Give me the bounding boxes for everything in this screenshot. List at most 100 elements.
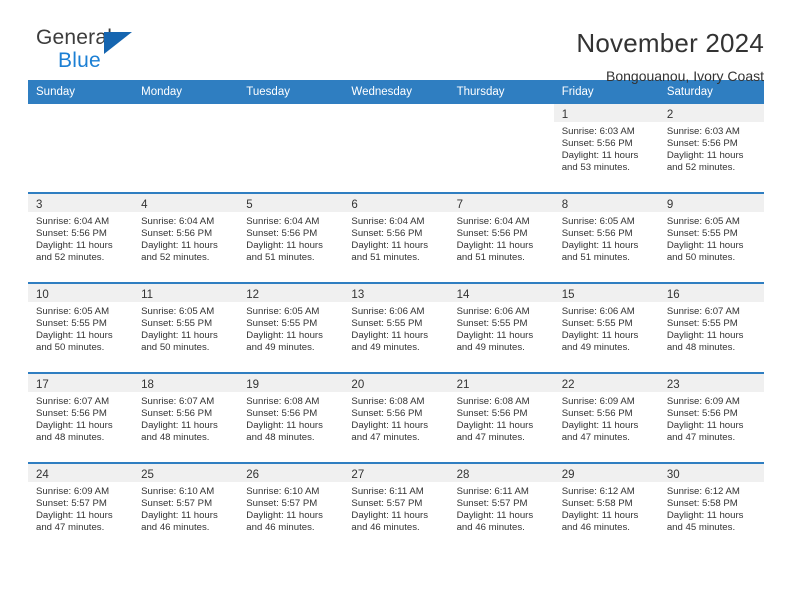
weekday-header-wednesday: Wednesday xyxy=(343,80,449,104)
calendar-day-cell[interactable]: 16 Sunrise: 6:07 AM Sunset: 5:55 PM Dayligh… xyxy=(658,282,764,373)
calendar-day-cell[interactable]: 18 Sunrise: 6:07 AM Sunset: 5:56 PM Dayligh… xyxy=(133,372,239,463)
calendar-day-cell[interactable]: 25 Sunrise: 6:10 AM Sunset: 5:57 PM Dayligh… xyxy=(133,462,239,552)
day-cell-inner: 3 Sunrise: 6:04 AM Sunset: 5:56 PM Daylight… xyxy=(28,194,134,282)
day-cell-inner: 23 Sunrise: 6:09 AM Sunset: 5:56 PM Dayligh… xyxy=(658,374,764,462)
day-detail-line: Sunrise: 6:08 AM xyxy=(456,396,530,407)
day-cell-inner xyxy=(238,104,343,192)
day-detail-line: Sunset: 5:56 PM xyxy=(561,138,633,150)
day-detail-line: Sunset: 5:56 PM xyxy=(246,408,318,420)
day-cell-inner: 11 Sunrise: 6:05 AM Sunset: 5:55 PM Dayligh… xyxy=(133,284,239,372)
day-detail-line: Sunset: 5:58 PM xyxy=(666,498,738,510)
day-number: 7 xyxy=(456,199,463,211)
calendar-day-cell[interactable]: 7 Sunrise: 6:04 AM Sunset: 5:56 PM Daylight… xyxy=(448,192,554,283)
day-number: 26 xyxy=(246,469,260,481)
day-detail-line: Sunset: 5:56 PM xyxy=(36,408,107,420)
calendar-day-cell[interactable]: 11 Sunrise: 6:05 AM Sunset: 5:55 PM Dayligh… xyxy=(133,282,239,373)
day-detail-line: Sunset: 5:55 PM xyxy=(141,318,213,330)
day-detail-line: Daylight: 11 hours xyxy=(246,510,323,522)
calendar-day-cell[interactable]: 15 Sunrise: 6:06 AM Sunset: 5:55 PM Dayligh… xyxy=(553,282,659,373)
calendar-day-cell[interactable]: 24 Sunrise: 6:09 AM Sunset: 5:57 PM Dayligh… xyxy=(28,462,134,552)
calendar-day-cell[interactable]: 12 Sunrise: 6:05 AM Sunset: 5:55 PM Dayligh… xyxy=(238,282,344,373)
day-detail-line: Sunset: 5:56 PM xyxy=(456,228,528,240)
day-detail-line: Daylight: 11 hours xyxy=(561,330,639,342)
calendar-day-cell[interactable]: 30 Sunrise: 6:12 AM Sunset: 5:58 PM Dayligh… xyxy=(658,462,764,552)
day-detail-line: Daylight: 11 hours xyxy=(36,510,113,522)
day-cell-inner: 12 Sunrise: 6:05 AM Sunset: 5:55 PM Dayligh… xyxy=(238,284,344,372)
day-detail-line: and 53 minutes. xyxy=(561,162,630,174)
day-detail-line: Sunrise: 6:09 AM xyxy=(36,486,110,497)
day-cell-inner: 25 Sunrise: 6:10 AM Sunset: 5:57 PM Dayligh… xyxy=(133,464,239,552)
day-details: Sunrise: 6:09 AM Sunset: 5:56 PM Daylight:… xyxy=(554,392,659,444)
day-cell-inner: 21 Sunrise: 6:08 AM Sunset: 5:56 PM Dayligh… xyxy=(448,374,554,462)
day-cell-inner xyxy=(449,104,554,192)
day-detail-line: Daylight: 11 hours xyxy=(666,150,744,162)
calendar-day-cell[interactable]: 29 Sunrise: 6:12 AM Sunset: 5:58 PM Dayligh… xyxy=(553,462,659,552)
day-detail-line: and 48 minutes. xyxy=(666,342,736,354)
day-number: 23 xyxy=(666,379,680,391)
day-cell-inner: 22 Sunrise: 6:09 AM Sunset: 5:56 PM Dayligh… xyxy=(553,374,659,462)
calendar-day-cell[interactable]: 4 Sunrise: 6:04 AM Sunset: 5:56 PM Daylight… xyxy=(133,192,239,283)
day-cell-inner: 15 Sunrise: 6:06 AM Sunset: 5:55 PM Dayligh… xyxy=(553,284,659,372)
day-details: Sunrise: 6:08 AM Sunset: 5:56 PM Daylight:… xyxy=(449,392,554,444)
title-block: November 2024 Bongouanou, Ivory Coast xyxy=(576,26,764,85)
calendar-day-cell[interactable]: 19 Sunrise: 6:08 AM Sunset: 5:56 PM Dayligh… xyxy=(238,372,344,463)
day-detail-line: Daylight: 11 hours xyxy=(666,330,744,342)
day-details: Sunrise: 6:11 AM Sunset: 5:57 PM Daylight:… xyxy=(449,482,554,534)
day-cell-inner: 2 Sunrise: 6:03 AM Sunset: 5:56 PM Daylight… xyxy=(658,104,764,192)
calendar-day-cell[interactable]: 20 Sunrise: 6:08 AM Sunset: 5:56 PM Dayligh… xyxy=(343,372,449,463)
day-detail-line: and 52 minutes. xyxy=(141,252,210,264)
day-detail-line: Sunrise: 6:04 AM xyxy=(36,216,110,227)
day-detail-line: Daylight: 11 hours xyxy=(456,420,534,432)
calendar-day-cell[interactable]: 21 Sunrise: 6:08 AM Sunset: 5:56 PM Dayligh… xyxy=(448,372,554,463)
page-header: General Blue November 2024 Bongouanou, I… xyxy=(28,0,764,84)
calendar-week-row: 10 Sunrise: 6:05 AM Sunset: 5:55 PM Dayligh… xyxy=(28,282,764,373)
day-details: Sunrise: 6:11 AM Sunset: 5:57 PM Daylight:… xyxy=(343,482,448,534)
day-number-band xyxy=(343,104,448,122)
calendar-day-cell[interactable]: 5 Sunrise: 6:04 AM Sunset: 5:56 PM Daylight… xyxy=(238,192,344,283)
calendar-day-cell[interactable]: 14 Sunrise: 6:06 AM Sunset: 5:55 PM Dayligh… xyxy=(448,282,554,373)
day-detail-line: Daylight: 11 hours xyxy=(351,330,429,342)
day-details: Sunrise: 6:05 AM Sunset: 5:55 PM Daylight:… xyxy=(238,302,343,354)
calendar-day-cell[interactable]: 9 Sunrise: 6:05 AM Sunset: 5:55 PM Daylight… xyxy=(658,192,764,283)
day-detail-line: Daylight: 11 hours xyxy=(36,330,113,342)
day-detail-line: Sunrise: 6:06 AM xyxy=(561,306,635,317)
day-detail-line: Sunrise: 6:07 AM xyxy=(666,306,740,317)
day-cell-inner: 8 Sunrise: 6:05 AM Sunset: 5:56 PM Daylight… xyxy=(553,194,659,282)
day-detail-line: and 46 minutes. xyxy=(456,522,525,534)
calendar-day-cell[interactable]: 23 Sunrise: 6:09 AM Sunset: 5:56 PM Dayligh… xyxy=(658,372,764,463)
day-number-band: 17 xyxy=(28,374,134,392)
day-number: 21 xyxy=(456,379,470,391)
calendar-day-cell[interactable]: 2 Sunrise: 6:03 AM Sunset: 5:56 PM Daylight… xyxy=(658,104,764,193)
day-details: Sunrise: 6:09 AM Sunset: 5:56 PM Daylight:… xyxy=(659,392,764,444)
day-details: Sunrise: 6:09 AM Sunset: 5:57 PM Daylight:… xyxy=(28,482,133,534)
day-details: Sunrise: 6:06 AM Sunset: 5:55 PM Daylight:… xyxy=(449,302,554,354)
day-detail-line: Daylight: 11 hours xyxy=(561,420,639,432)
calendar-day-cell[interactable]: 3 Sunrise: 6:04 AM Sunset: 5:56 PM Daylight… xyxy=(28,192,134,283)
day-cell-inner: 6 Sunrise: 6:04 AM Sunset: 5:56 PM Daylight… xyxy=(343,194,449,282)
day-number: 3 xyxy=(36,199,43,211)
day-detail-line: Sunset: 5:57 PM xyxy=(141,498,213,510)
day-detail-line: and 48 minutes. xyxy=(141,432,210,444)
calendar-day-cell[interactable]: 10 Sunrise: 6:05 AM Sunset: 5:55 PM Dayligh… xyxy=(28,282,134,373)
day-detail-line: Sunset: 5:56 PM xyxy=(666,138,738,150)
calendar-day-cell[interactable]: 17 Sunrise: 6:07 AM Sunset: 5:56 PM Dayligh… xyxy=(28,372,134,463)
calendar-day-cell[interactable]: 1 Sunrise: 6:03 AM Sunset: 5:56 PM Daylight… xyxy=(553,104,659,193)
calendar-day-cell[interactable]: 26 Sunrise: 6:10 AM Sunset: 5:57 PM Dayligh… xyxy=(238,462,344,552)
calendar-day-cell[interactable]: 6 Sunrise: 6:04 AM Sunset: 5:56 PM Daylight… xyxy=(343,192,449,283)
weekday-header-tuesday: Tuesday xyxy=(238,80,344,104)
calendar-day-cell[interactable]: 13 Sunrise: 6:06 AM Sunset: 5:55 PM Dayligh… xyxy=(343,282,449,373)
calendar-day-cell[interactable]: 27 Sunrise: 6:11 AM Sunset: 5:57 PM Dayligh… xyxy=(343,462,449,552)
day-detail-line: Sunrise: 6:03 AM xyxy=(561,126,635,137)
day-detail-line: Sunset: 5:56 PM xyxy=(246,228,318,240)
day-detail-line: and 46 minutes. xyxy=(561,522,630,534)
calendar-day-cell[interactable]: 8 Sunrise: 6:05 AM Sunset: 5:56 PM Daylight… xyxy=(553,192,659,283)
day-detail-line: Sunset: 5:56 PM xyxy=(561,228,633,240)
calendar-day-cell[interactable]: 22 Sunrise: 6:09 AM Sunset: 5:56 PM Dayligh… xyxy=(553,372,659,463)
calendar-day-cell[interactable]: 28 Sunrise: 6:11 AM Sunset: 5:57 PM Dayligh… xyxy=(448,462,554,552)
day-number-band xyxy=(449,104,554,122)
day-detail-line: Sunrise: 6:04 AM xyxy=(141,216,215,227)
location-subtitle: Bongouanou, Ivory Coast xyxy=(606,68,764,84)
day-number-band xyxy=(28,104,133,122)
day-number-band: 27 xyxy=(343,464,449,482)
day-number-band: 18 xyxy=(133,374,239,392)
